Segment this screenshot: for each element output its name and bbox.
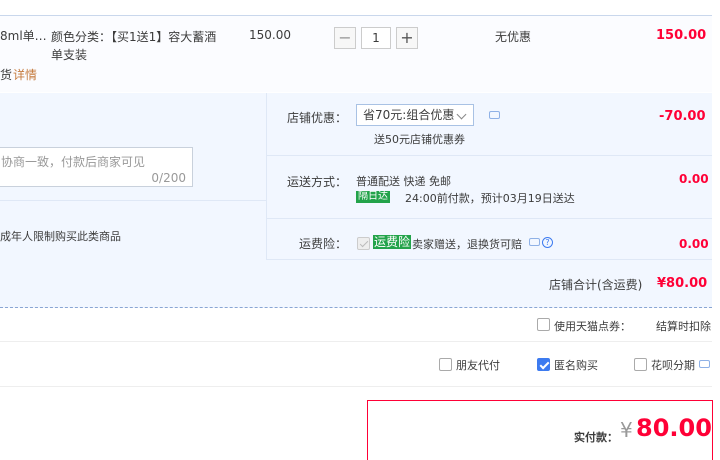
item-subtotal: 150.00	[656, 28, 707, 43]
currency-symbol: ¥	[620, 418, 633, 442]
options-vertical-divider	[266, 93, 267, 259]
sku-line-1: 颜色分类：【买1送1】容大蓄酒	[51, 30, 217, 44]
item-delivery: 货	[0, 68, 13, 82]
huabei-checkbox[interactable]	[634, 358, 647, 371]
discount-note: 送50元店铺优惠券	[374, 133, 465, 146]
friend-pay-checkbox[interactable]	[439, 358, 452, 371]
quantity-plus-button[interactable]: +	[396, 27, 418, 49]
buyer-message-input[interactable]: 协商一致，付款后商家可见 0/200	[0, 147, 193, 187]
shop-total-label: 店铺合计(含运费)	[549, 278, 643, 292]
divider	[0, 200, 266, 201]
message-placeholder: 协商一致，付款后商家可见	[1, 155, 146, 169]
divider	[266, 218, 712, 219]
payment-label: 实付款：	[574, 431, 618, 444]
points-note: 结算时扣除	[656, 320, 711, 333]
divider	[266, 155, 712, 156]
item-discount: 无优惠	[495, 30, 532, 44]
divider	[266, 259, 712, 260]
message-counter: 0/200	[151, 171, 186, 185]
discount-amount: -70.00	[659, 109, 706, 124]
quantity-input[interactable]: 1	[361, 27, 391, 49]
friend-pay-label[interactable]: 朋友代付	[456, 357, 500, 373]
quantity-minus-button[interactable]: −	[334, 27, 356, 49]
insurance-amount: 0.00	[679, 237, 709, 251]
anonymous-label[interactable]: 匿名购买	[554, 357, 598, 373]
sku-line-2: 单支装	[51, 48, 88, 62]
discount-select[interactable]: 省70元:组合优惠	[356, 104, 474, 126]
chevron-down-icon	[456, 109, 467, 120]
help-icon[interactable]: ?	[542, 237, 553, 248]
insurance-checkbox[interactable]	[357, 237, 370, 250]
discount-label: 店铺优惠：	[287, 111, 348, 125]
points-label: 使用天猫点券：	[554, 320, 631, 333]
shipping-line-2: 24:00前付款，预计03月19日送达	[405, 192, 575, 205]
age-notice: 成年人限制购买此类商品	[0, 230, 121, 243]
divider	[0, 386, 712, 387]
points-checkbox[interactable]	[537, 318, 550, 331]
comment-icon[interactable]	[489, 111, 500, 119]
shop-total-amount: ¥80.00	[657, 276, 708, 291]
payment-amount: 80.00	[636, 414, 712, 442]
divider	[0, 341, 712, 342]
anonymous-checkbox[interactable]	[537, 358, 550, 371]
payment-summary-box: 实付款： ¥ 80.00	[367, 400, 713, 460]
next-day-badge: 隔日达	[356, 191, 390, 203]
unit-price: 150.00	[249, 28, 291, 42]
shipping-line-1: 普通配送 快递 免邮	[356, 175, 451, 188]
huabei-label[interactable]: 花呗分期	[651, 357, 695, 373]
shipping-amount: 0.00	[679, 172, 709, 186]
item-detail-link[interactable]: 详情	[13, 66, 37, 83]
insurance-badge: 运费险	[373, 235, 412, 249]
insurance-text: 卖家赠送，退换货可赔	[412, 238, 522, 251]
discount-select-value: 省70元:组合优惠	[363, 108, 455, 122]
comment-icon[interactable]	[699, 360, 710, 368]
insurance-label: 运费险：	[299, 237, 348, 251]
shipping-label: 运送方式：	[287, 175, 348, 189]
comment-icon[interactable]	[529, 238, 540, 246]
item-name[interactable]: 8ml单…	[0, 27, 47, 44]
